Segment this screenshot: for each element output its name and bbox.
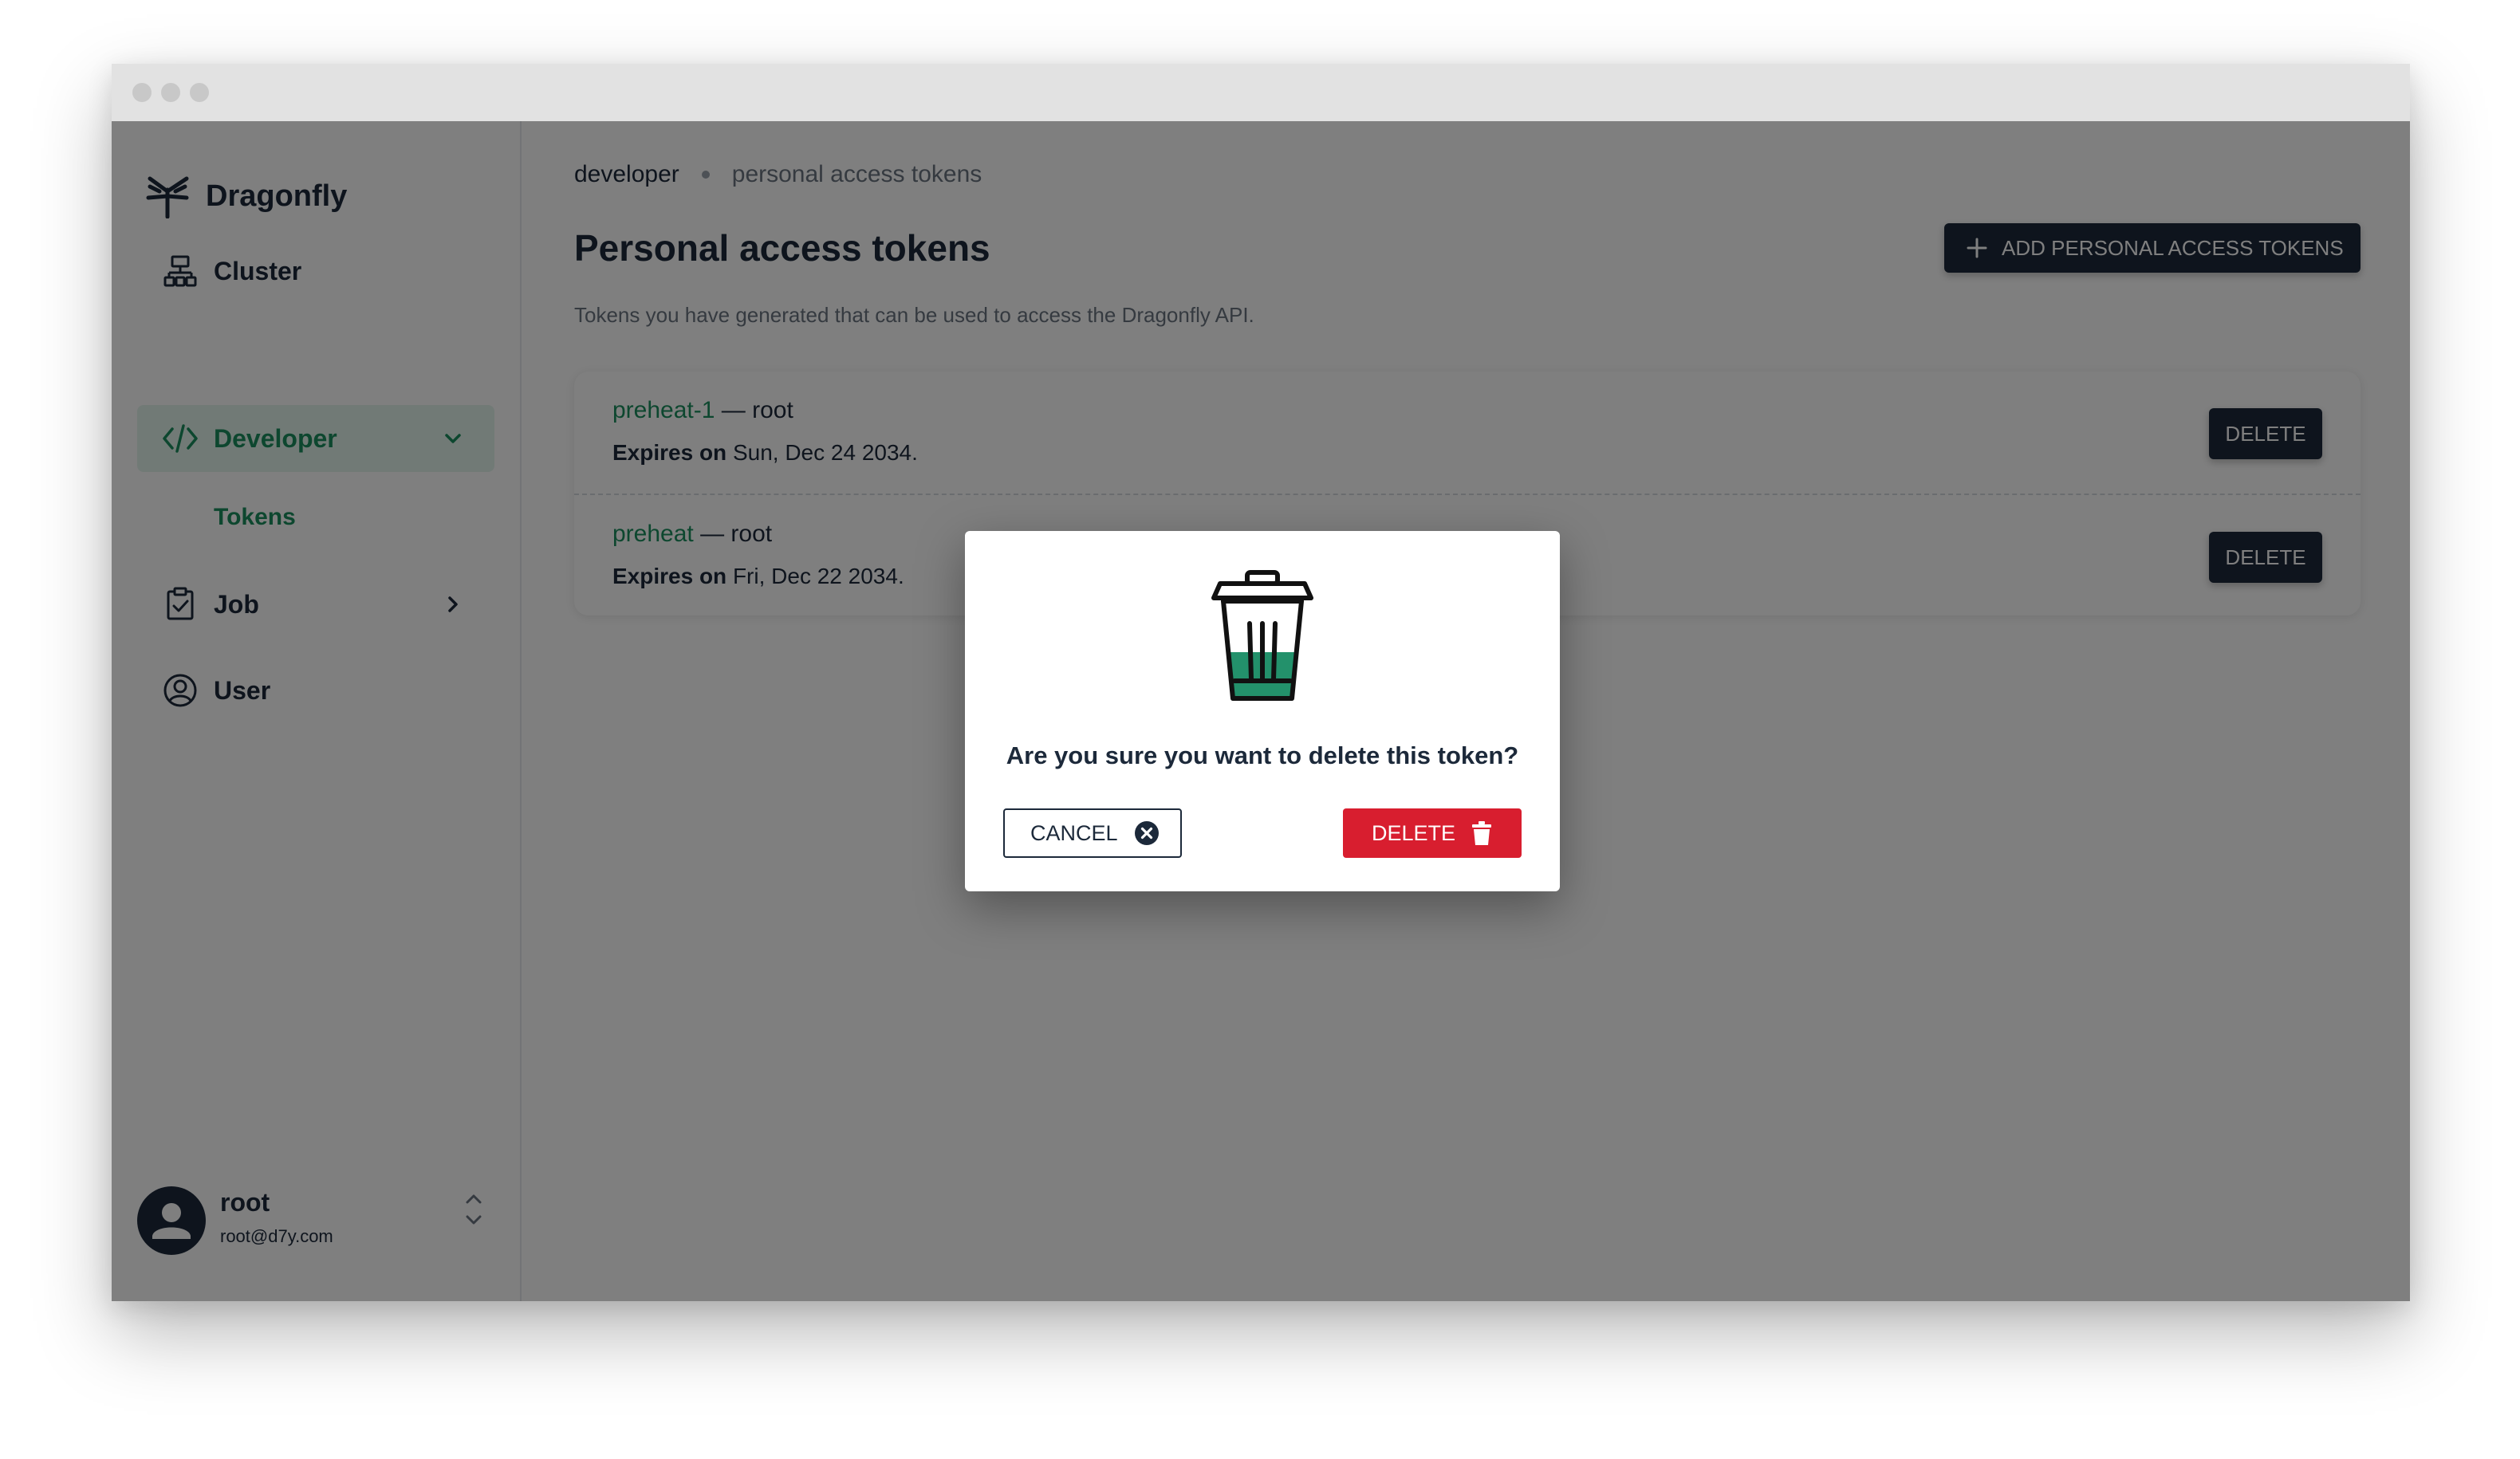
window-minimize-dot[interactable] [161, 83, 180, 102]
confirm-delete-button[interactable]: DELETE [1343, 808, 1522, 858]
window-maximize-dot[interactable] [190, 83, 209, 102]
window-close-dot[interactable] [132, 83, 152, 102]
window-titlebar [112, 64, 2410, 121]
app-window: Dragonfly Cluster [112, 64, 2410, 1301]
delete-confirm-dialog: Are you sure you want to delete this tok… [965, 531, 1560, 891]
confirm-delete-label: DELETE [1372, 820, 1456, 845]
cancel-button[interactable]: CANCEL [1003, 808, 1182, 858]
cancel-button-label: CANCEL [1030, 820, 1118, 845]
trash-icon [1472, 821, 1492, 845]
trash-can-icon [1211, 570, 1313, 701]
dialog-question: Are you sure you want to delete this tok… [1006, 741, 1519, 769]
close-circle-icon [1134, 821, 1159, 845]
